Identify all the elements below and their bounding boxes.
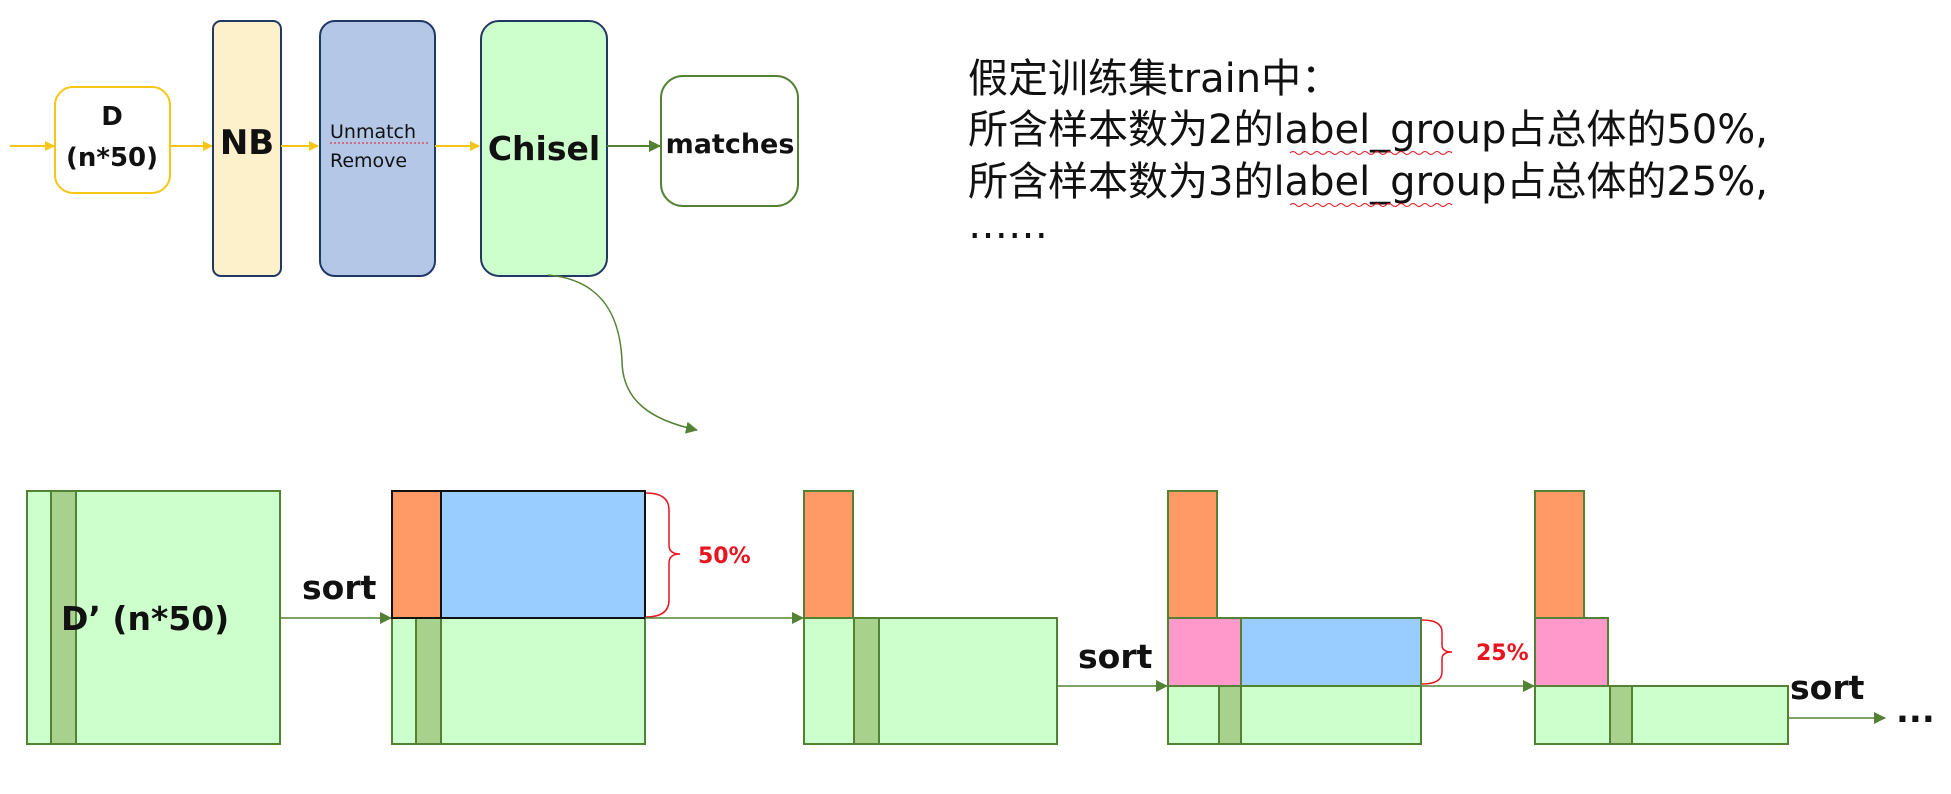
note-line-3: 所含样本数为3的label_group占总体的25%, <box>968 159 1768 205</box>
chisel-label: Chisel <box>488 129 600 168</box>
step4-pink-block <box>1167 617 1242 687</box>
note-line-4: …… <box>968 202 1048 248</box>
unmatch-remove-box <box>319 20 436 277</box>
chisel-detail-curve <box>547 274 698 434</box>
unmatch-label-2: Remove <box>330 150 407 172</box>
step3-bottom-column <box>853 617 880 745</box>
unmatch-label-1: Unmatch <box>330 121 416 143</box>
trailing-ellipsis: ... <box>1896 691 1935 731</box>
step5-bottom-block <box>1534 685 1789 745</box>
sort-label-1: sort <box>302 568 377 607</box>
pct-50-label: 50% <box>698 544 751 569</box>
sort-label-2: sort <box>1078 637 1153 676</box>
pct-25-label: 25% <box>1476 641 1529 666</box>
matches-label: matches <box>666 129 795 160</box>
step2-orange-block <box>391 490 442 619</box>
note-line-1: 假定训练集train中： <box>968 56 1341 102</box>
step5-bottom-column <box>1609 685 1633 745</box>
diagram-canvas: D (n*50) NB Unmatch Remove Chisel matche… <box>10 20 1935 745</box>
d-box-label-2: (n*50) <box>66 143 158 173</box>
matrix-d-prime-label: D’ (n*50) <box>61 599 229 638</box>
step5-orange-block <box>1534 490 1585 619</box>
brace-25 <box>1421 619 1453 685</box>
step2-bottom-column <box>415 617 442 745</box>
sort-label-3: sort <box>1790 668 1865 707</box>
d-box-label-1: D <box>101 102 123 132</box>
step3-orange-block <box>803 490 854 619</box>
step4-bottom-column <box>1218 685 1242 745</box>
brace-50 <box>645 492 681 618</box>
step2-blue-block <box>440 490 646 619</box>
step3-bottom-block <box>803 617 1058 745</box>
step4-bottom-block <box>1167 685 1422 745</box>
nb-label: NB <box>220 123 274 163</box>
step5-pink-block <box>1534 617 1609 687</box>
step4-blue-block <box>1240 617 1422 687</box>
note-line-2: 所含样本数为2的label_group占总体的50%, <box>968 107 1768 153</box>
step4-orange-block <box>1167 490 1218 619</box>
